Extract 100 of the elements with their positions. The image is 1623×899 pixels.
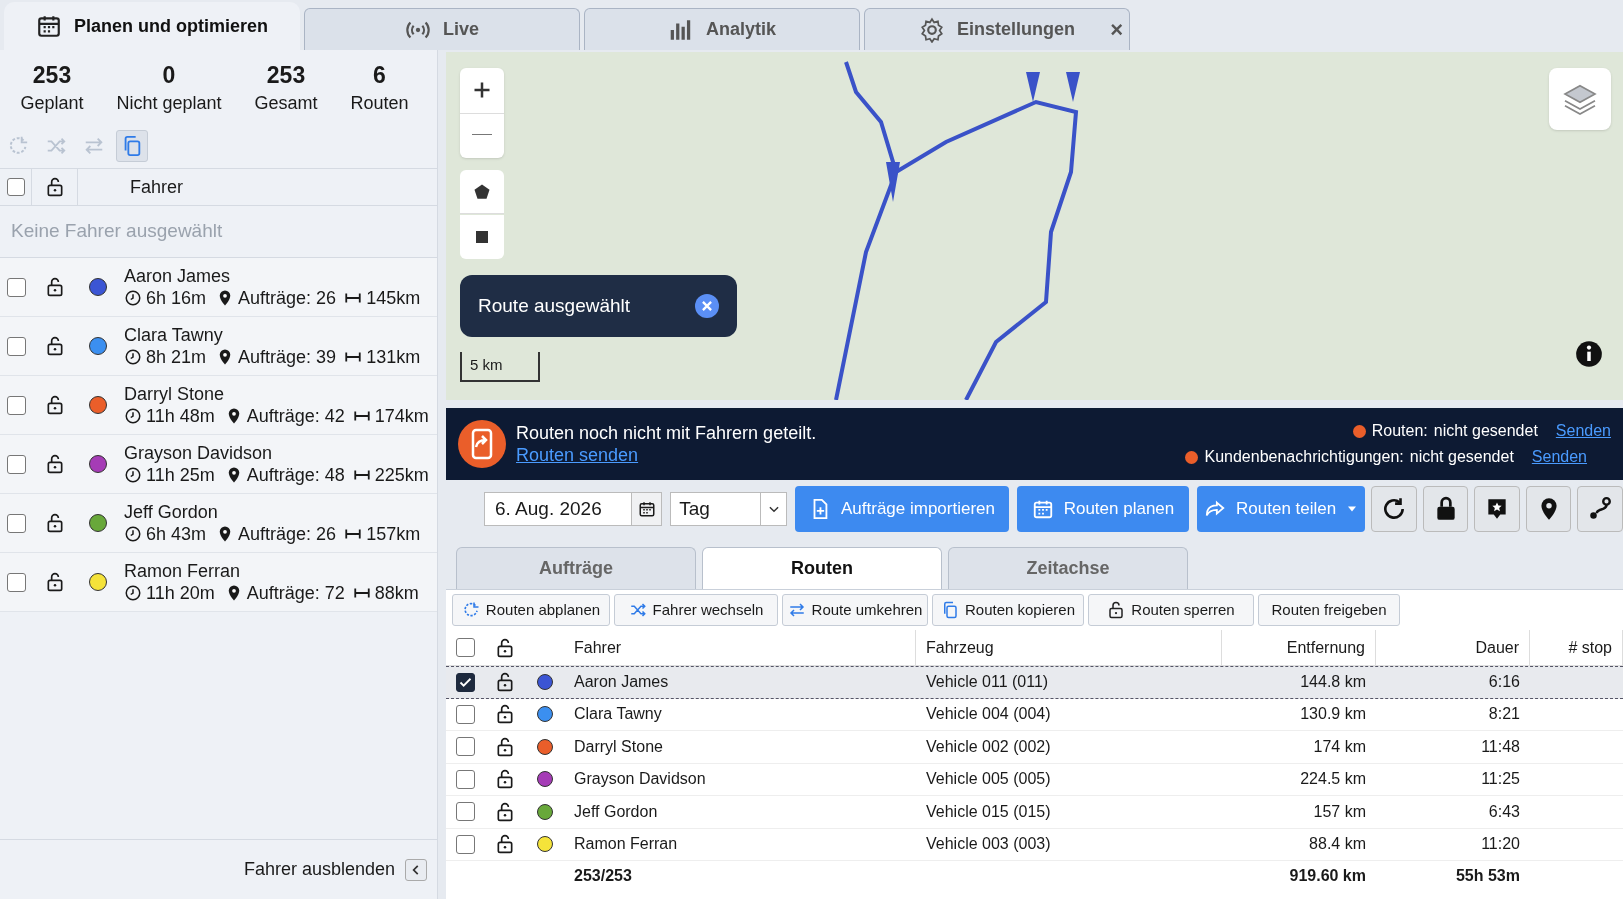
checkbox[interactable] bbox=[455, 737, 475, 757]
info-icon[interactable] bbox=[1575, 340, 1603, 368]
table-cell-text: 157 km bbox=[1312, 801, 1367, 822]
empty-selection-text: Keine Fahrer ausgewählt bbox=[10, 219, 223, 244]
distance-text: 145km bbox=[366, 287, 421, 309]
icon-button[interactable] bbox=[1422, 486, 1469, 532]
phone-share-icon bbox=[458, 420, 506, 468]
view-tab[interactable]: Routen bbox=[702, 547, 942, 589]
action-button[interactable]: Route umkehren bbox=[782, 594, 928, 626]
table-cell-text: Vehicle 004 (004) bbox=[925, 704, 1052, 725]
checkbox[interactable] bbox=[455, 769, 475, 789]
send-routes-link[interactable]: Routen senden bbox=[516, 444, 817, 466]
table-cell-text: Ramon Ferran bbox=[573, 834, 679, 855]
calendar-icon bbox=[637, 500, 656, 518]
checkbox[interactable] bbox=[6, 454, 26, 474]
draw-rectangle-button[interactable] bbox=[460, 215, 504, 259]
driver-name: Ramon Ferran bbox=[124, 560, 242, 582]
collapse-button[interactable] bbox=[405, 858, 427, 881]
driver-row[interactable]: Jeff Gordon 6h 43m Aufträge: 26 157km bbox=[0, 494, 437, 553]
view-tab[interactable]: Aufträge bbox=[456, 547, 696, 589]
app-tab[interactable]: Einstellungen × bbox=[864, 8, 1130, 50]
driver-row[interactable]: Ramon Ferran 11h 20m Aufträge: 72 88km bbox=[0, 553, 437, 612]
action-button[interactable]: Fahrer wechseln bbox=[614, 594, 778, 626]
distance-text: 88km bbox=[374, 582, 419, 604]
distance-text: 157km bbox=[366, 523, 421, 545]
dashed-circle-arrow-icon bbox=[7, 135, 29, 157]
padlock-icon bbox=[45, 454, 65, 474]
close-button[interactable] bbox=[695, 294, 719, 318]
total-cell-text: 55h 53m bbox=[1454, 866, 1521, 886]
action-button[interactable]: Routen freigeben bbox=[1258, 594, 1400, 626]
shuffle-icon bbox=[628, 601, 647, 619]
total-cell-text: 253/253 bbox=[573, 866, 633, 886]
driver-name: Grayson Davidson bbox=[124, 442, 274, 464]
table-cell-text: Vehicle 015 (015) bbox=[925, 801, 1052, 822]
app-tab[interactable]: Planen und optimieren bbox=[4, 2, 300, 50]
column-header[interactable]: Fahrzeug bbox=[916, 630, 1222, 665]
close-button[interactable]: × bbox=[1110, 18, 1123, 41]
padlock-icon bbox=[495, 834, 515, 855]
toolbar-button[interactable] bbox=[116, 130, 148, 162]
action-button[interactable]: Routen sperren bbox=[1088, 594, 1254, 626]
icon-button[interactable] bbox=[1577, 486, 1623, 532]
table-cell-text: Grayson Davidson bbox=[573, 769, 707, 790]
driver-row[interactable]: Darryl Stone 11h 48m Aufträge: 42 174km bbox=[0, 376, 437, 435]
padlock-icon bbox=[45, 572, 65, 592]
stat-value: 6 bbox=[373, 61, 386, 90]
table-cell-text: Vehicle 011 (011) bbox=[925, 672, 1050, 693]
clock-icon bbox=[124, 348, 142, 366]
checkbox[interactable] bbox=[455, 834, 475, 854]
orders-text: Aufträge: 48 bbox=[246, 464, 345, 486]
close-icon bbox=[700, 299, 714, 313]
stat-label: Gesamt bbox=[254, 92, 318, 115]
checkbox[interactable] bbox=[455, 672, 475, 692]
checkbox[interactable] bbox=[6, 513, 26, 533]
view-tab[interactable]: Zeitachse bbox=[948, 547, 1188, 589]
table-row[interactable]: Aaron James Vehicle 011 (011) 144.8 km 6:16 bbox=[446, 666, 1623, 699]
column-header[interactable]: Entfernung bbox=[1222, 630, 1376, 665]
driver-name: Jeff Gordon bbox=[124, 501, 219, 523]
icon-button[interactable] bbox=[1525, 486, 1572, 532]
action-button[interactable]: Routen abplanen bbox=[452, 594, 610, 626]
icon-button[interactable] bbox=[1371, 486, 1417, 532]
column-header[interactable]: Dauer bbox=[1376, 630, 1530, 665]
table-cell-text: Vehicle 003 (003) bbox=[925, 834, 1052, 855]
padlock-icon bbox=[495, 672, 515, 693]
driver-row[interactable]: Clara Tawny 8h 21m Aufträge: 39 131km bbox=[0, 317, 437, 376]
clock-icon bbox=[124, 466, 142, 484]
checkbox[interactable] bbox=[6, 395, 26, 415]
table-row[interactable]: Clara Tawny Vehicle 004 (004) 130.9 km 8:21 bbox=[446, 698, 1623, 731]
column-header[interactable]: Fahrer bbox=[118, 173, 183, 201]
duration-text: 11h 20m bbox=[146, 582, 215, 604]
checkbox[interactable] bbox=[6, 336, 26, 356]
send-link[interactable]: Senden bbox=[1531, 445, 1587, 469]
action-button[interactable]: Routen kopieren bbox=[932, 594, 1084, 626]
table-row[interactable]: Ramon Ferran Vehicle 003 (003) 88.4 km 11:20 bbox=[446, 828, 1623, 861]
send-link[interactable]: Senden bbox=[1555, 419, 1611, 443]
app-tab[interactable]: Analytik bbox=[584, 8, 860, 50]
column-header[interactable]: Fahrer bbox=[564, 630, 916, 665]
column-header[interactable]: # stop bbox=[1530, 630, 1623, 665]
table-row[interactable]: Jeff Gordon Vehicle 015 (015) 157 km 6:43 bbox=[446, 796, 1623, 829]
stat-label: Routen bbox=[350, 92, 409, 115]
checkbox[interactable] bbox=[455, 704, 475, 724]
icon-button[interactable] bbox=[1474, 486, 1520, 532]
map-layers-button[interactable] bbox=[1549, 68, 1611, 130]
checkbox[interactable] bbox=[455, 802, 475, 822]
hide-drivers-label[interactable]: Fahrer ausblenden bbox=[243, 856, 395, 883]
table-row[interactable]: Darryl Stone Vehicle 002 (002) 174 km 11:48 bbox=[446, 731, 1623, 764]
driver-row[interactable]: Grayson Davidson 11h 25m Aufträge: 48 225km bbox=[0, 435, 437, 494]
draw-polygon-button[interactable] bbox=[460, 170, 504, 214]
table-row[interactable]: Grayson Davidson Vehicle 005 (005) 224.5 km 11:25 bbox=[446, 763, 1623, 796]
date-field[interactable]: 6. Aug. 2026 bbox=[484, 492, 663, 526]
period-dropdown[interactable]: Tag bbox=[670, 492, 788, 526]
driver-row[interactable]: Aaron James 6h 16m Aufträge: 26 145km bbox=[0, 258, 437, 317]
checkbox[interactable] bbox=[6, 277, 26, 297]
status-value: nicht gesendet bbox=[1433, 421, 1538, 441]
checkbox[interactable] bbox=[6, 572, 26, 592]
map-background[interactable]: Route ausgewählt 5 km bbox=[446, 52, 1623, 400]
shuffle-icon bbox=[45, 135, 67, 157]
app-tab[interactable]: Live bbox=[304, 8, 580, 50]
distance-text: 131km bbox=[366, 346, 421, 368]
checkbox[interactable] bbox=[6, 178, 25, 196]
checkbox[interactable] bbox=[455, 638, 475, 657]
